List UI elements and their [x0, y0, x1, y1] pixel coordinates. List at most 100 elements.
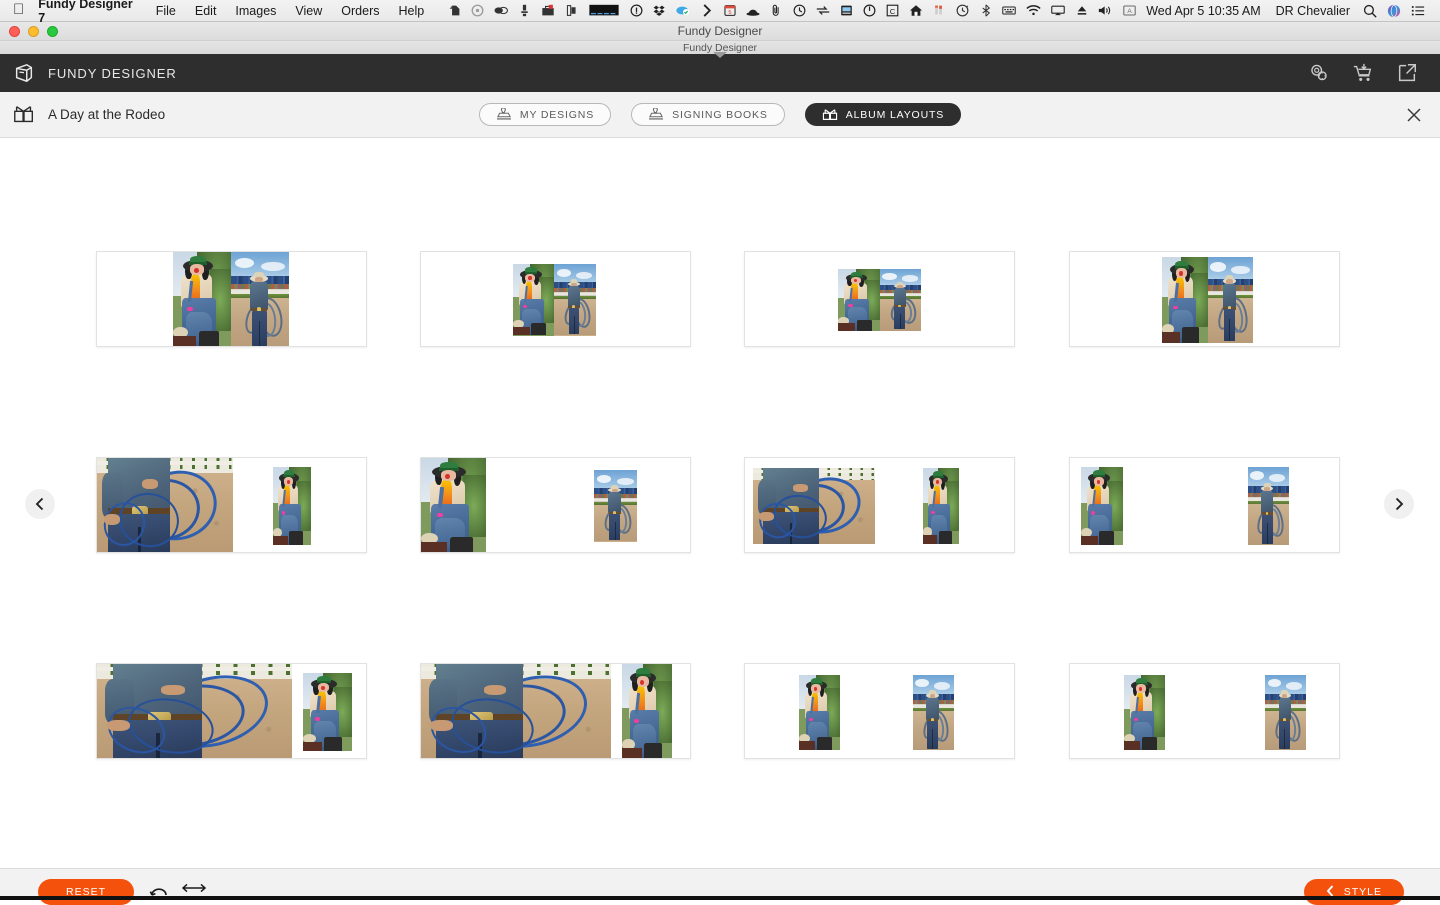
- search-icon[interactable]: [1363, 3, 1377, 19]
- window-title-bar: Fundy Designer: [0, 22, 1440, 41]
- photo-rodeo-clown-seated[interactable]: [173, 252, 231, 347]
- drive-icon[interactable]: [840, 3, 853, 19]
- toolbox-icon[interactable]: [541, 3, 555, 19]
- prev-page-button[interactable]: [25, 489, 55, 519]
- layout-r2c2[interactable]: [420, 457, 691, 553]
- photo-cowboy-with-lasso[interactable]: [554, 264, 595, 335]
- photo-rodeo-clown-seated[interactable]: [799, 675, 840, 751]
- paperclip-icon[interactable]: [770, 3, 783, 19]
- layout-r1c4[interactable]: [1069, 251, 1340, 347]
- photo-cowboy-with-lasso[interactable]: [1248, 467, 1289, 546]
- photo-cowboy-with-lasso[interactable]: [880, 269, 921, 330]
- evernote-icon[interactable]: [448, 3, 461, 19]
- display-icon[interactable]: [565, 3, 578, 19]
- photo-rodeo-clown-seated[interactable]: [303, 673, 352, 752]
- cart-icon[interactable]: [1352, 62, 1374, 84]
- photo-rodeo-clown-seated[interactable]: [622, 664, 672, 759]
- house-icon[interactable]: [909, 3, 923, 19]
- photo-rodeo-clown-seated[interactable]: [923, 468, 960, 545]
- menu-view[interactable]: View: [295, 4, 322, 18]
- svg-text:C: C: [890, 7, 896, 16]
- minimize-window-button[interactable]: [28, 26, 39, 37]
- layout-r1c1[interactable]: [96, 251, 367, 347]
- photo-cowboy-with-lasso[interactable]: [913, 675, 954, 751]
- stamp-icon: [496, 108, 512, 122]
- menu-file[interactable]: File: [156, 4, 176, 18]
- export-icon[interactable]: [1396, 62, 1418, 84]
- time-machine-icon[interactable]: [956, 3, 969, 19]
- photo-rodeo-clown-seated[interactable]: [1081, 467, 1122, 546]
- fundy-cube-logo: [13, 62, 35, 84]
- menu-app-name[interactable]: Fundy Designer 7: [38, 0, 135, 25]
- menu-images[interactable]: Images: [235, 4, 276, 18]
- chevron-icon[interactable]: [700, 3, 713, 19]
- wifi-icon[interactable]: [1026, 3, 1041, 19]
- levels-icon[interactable]: [933, 3, 946, 19]
- dropbox-icon[interactable]: [653, 3, 666, 19]
- layout-r3c1[interactable]: [96, 663, 367, 759]
- eye-icon[interactable]: [494, 3, 508, 19]
- photo-rodeo-clown-seated[interactable]: [1124, 675, 1165, 751]
- menu-orders[interactable]: Orders: [341, 4, 379, 18]
- layout-r3c2[interactable]: [420, 663, 691, 759]
- info-icon[interactable]: [630, 3, 643, 19]
- menu-user[interactable]: DR Chevalier: [1276, 4, 1350, 18]
- photo-rodeo-clown-seated[interactable]: [838, 269, 879, 330]
- photo-closeup-rope-coil[interactable]: [753, 468, 875, 545]
- layout-r1c2[interactable]: [420, 251, 691, 347]
- transfer-icon[interactable]: [816, 3, 830, 19]
- photo-closeup-rope-coil[interactable]: [97, 664, 292, 759]
- photo-closeup-rope-coil[interactable]: [97, 458, 233, 553]
- photo-rodeo-clown-seated[interactable]: [273, 467, 311, 546]
- scanner-icon[interactable]: [518, 3, 531, 19]
- layout-r3c3[interactable]: [744, 663, 1015, 759]
- photo-rodeo-clown-seated[interactable]: [1162, 257, 1208, 342]
- layout-r3c4[interactable]: [1069, 663, 1340, 759]
- screen-icon[interactable]: [588, 3, 620, 19]
- calendar-icon[interactable]: 5: [723, 3, 736, 19]
- bowler-hat-icon[interactable]: [746, 3, 760, 19]
- close-window-button[interactable]: [9, 26, 20, 37]
- airplay-icon[interactable]: [1051, 3, 1065, 19]
- tab-bar-arrow: [713, 52, 727, 58]
- clock-face-icon[interactable]: [793, 3, 806, 19]
- cloud-sync-icon[interactable]: [676, 3, 690, 19]
- photo-cowboy-with-lasso[interactable]: [594, 470, 637, 541]
- layout-r2c1[interactable]: [96, 457, 367, 553]
- next-page-button[interactable]: [1384, 489, 1414, 519]
- disc-icon[interactable]: [471, 3, 484, 19]
- rotate-icon[interactable]: [148, 881, 170, 904]
- keyboard-icon[interactable]: [1002, 3, 1016, 19]
- photo-closeup-rope-coil[interactable]: [421, 664, 611, 759]
- photo-rodeo-clown-seated[interactable]: [421, 458, 486, 553]
- c-box-icon[interactable]: C: [886, 3, 899, 19]
- siri-icon[interactable]: [1387, 3, 1401, 19]
- proof-settings-icon[interactable]: [1308, 62, 1330, 84]
- layout-r2c3[interactable]: [744, 457, 1015, 553]
- layout-r2c4[interactable]: [1069, 457, 1340, 553]
- window-traffic-lights: [9, 26, 58, 37]
- tab-signing-books[interactable]: SIGNING BOOKS: [631, 103, 785, 126]
- apple-logo[interactable]: : [13, 2, 24, 17]
- layout-gallery: [0, 138, 1440, 868]
- reset-button[interactable]: RESET: [38, 879, 134, 905]
- photo-cowboy-with-lasso[interactable]: [1265, 675, 1306, 751]
- bluetooth-icon[interactable]: [979, 3, 992, 19]
- layout-r1c3[interactable]: [744, 251, 1015, 347]
- eject-icon[interactable]: [1075, 3, 1088, 19]
- menu-clock[interactable]: Wed Apr 5 10:35 AM: [1146, 4, 1260, 18]
- input-source-icon[interactable]: A: [1123, 3, 1136, 19]
- photo-cowboy-with-lasso[interactable]: [1208, 257, 1254, 342]
- tab-my-designs[interactable]: MY DESIGNS: [479, 103, 611, 126]
- power-icon[interactable]: [863, 3, 876, 19]
- style-button[interactable]: STYLE: [1304, 879, 1404, 905]
- maximize-window-button[interactable]: [47, 26, 58, 37]
- menu-edit[interactable]: Edit: [195, 4, 217, 18]
- photo-rodeo-clown-seated[interactable]: [513, 264, 554, 335]
- photo-cowboy-with-lasso[interactable]: [231, 252, 289, 347]
- menu-help[interactable]: Help: [399, 4, 425, 18]
- notification-list-icon[interactable]: [1411, 3, 1425, 19]
- volume-icon[interactable]: [1098, 3, 1113, 19]
- screen-bottom-edge: [0, 896, 1440, 900]
- tab-album-layouts[interactable]: ALBUM LAYOUTS: [805, 103, 961, 126]
